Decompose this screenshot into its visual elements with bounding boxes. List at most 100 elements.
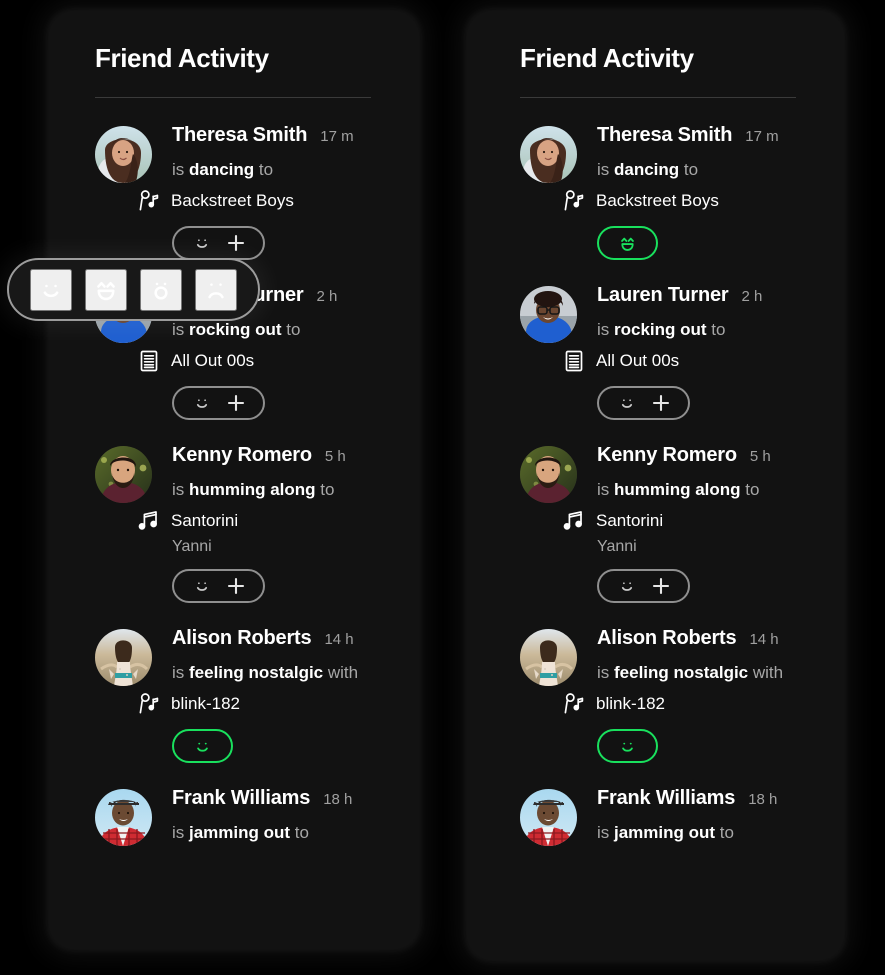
avatar[interactable] bbox=[520, 126, 577, 183]
context-title[interactable]: Santorini bbox=[171, 510, 238, 532]
action-prefix: is bbox=[597, 480, 614, 499]
avatar[interactable] bbox=[520, 286, 577, 343]
reaction-button-smile[interactable] bbox=[172, 729, 233, 763]
activity-header: Kenny Romero 5 h bbox=[172, 444, 392, 474]
activity-list-left: Theresa Smith 17 m is dancing to Backstreet… bbox=[95, 98, 392, 854]
action-verb: feeling nostalgic bbox=[614, 663, 749, 682]
reaction-button-smile[interactable] bbox=[597, 729, 658, 763]
reaction-button-grin[interactable] bbox=[597, 226, 658, 260]
activity-context[interactable]: All Out 00s bbox=[561, 348, 817, 374]
action-suffix: with bbox=[323, 663, 359, 682]
activity-context[interactable]: Santorini bbox=[561, 508, 817, 534]
activity-item[interactable]: Frank Williams 18 h is jamming out to bbox=[95, 773, 392, 854]
reaction-row bbox=[172, 569, 392, 603]
add-reaction-button[interactable] bbox=[597, 569, 690, 603]
plus-icon bbox=[226, 576, 246, 596]
emoji-picker-popup[interactable] bbox=[7, 258, 260, 321]
action-verb: rocking out bbox=[614, 320, 707, 339]
activity-context[interactable]: blink-182 bbox=[561, 691, 817, 717]
activity-action-line: is humming along to bbox=[172, 479, 392, 501]
context-subtitle: Yanni bbox=[172, 538, 212, 555]
activity-list-right: Theresa Smith 17 m is dancing to Backstreet… bbox=[520, 98, 817, 854]
activity-context[interactable]: Santorini bbox=[136, 508, 392, 534]
avatar[interactable] bbox=[95, 446, 152, 503]
context-title[interactable]: Backstreet Boys bbox=[596, 190, 719, 212]
grin-face-icon[interactable] bbox=[84, 268, 127, 311]
activity-header: Alison Roberts 14 h bbox=[172, 627, 392, 657]
activity-item[interactable]: Lauren Turner 2 h is rocking out to All Out… bbox=[520, 270, 817, 430]
activity-context[interactable]: blink-182 bbox=[136, 691, 392, 717]
action-prefix: is bbox=[172, 823, 189, 842]
activity-context[interactable]: All Out 00s bbox=[136, 348, 392, 374]
action-prefix: is bbox=[597, 823, 614, 842]
smile-face-icon[interactable] bbox=[29, 268, 72, 311]
action-prefix: is bbox=[597, 320, 614, 339]
add-reaction-button[interactable] bbox=[597, 386, 690, 420]
frown-face-icon[interactable] bbox=[195, 268, 238, 311]
activity-header: Theresa Smith 17 m bbox=[172, 124, 392, 154]
avatar[interactable] bbox=[95, 126, 152, 183]
action-prefix: is bbox=[172, 160, 189, 179]
activity-context[interactable]: Backstreet Boys bbox=[561, 188, 817, 214]
context-title[interactable]: blink-182 bbox=[596, 693, 665, 715]
action-prefix: is bbox=[172, 480, 189, 499]
context-title[interactable]: All Out 00s bbox=[596, 350, 679, 372]
artist-icon bbox=[561, 691, 587, 717]
avatar[interactable] bbox=[95, 789, 152, 846]
friend-name[interactable]: Alison Roberts bbox=[597, 627, 737, 650]
action-verb: humming along bbox=[614, 480, 741, 499]
activity-item[interactable]: Alison Roberts 14 h is feeling nostalgic w… bbox=[95, 613, 392, 773]
surprised-face-icon[interactable] bbox=[140, 268, 183, 311]
action-prefix: is bbox=[172, 663, 189, 682]
reaction-row bbox=[172, 226, 392, 260]
friend-name[interactable]: Frank Williams bbox=[172, 787, 310, 810]
friend-name[interactable]: Kenny Romero bbox=[172, 444, 312, 467]
bottom-fade bbox=[468, 943, 843, 959]
plus-icon bbox=[651, 576, 671, 596]
friend-name[interactable]: Theresa Smith bbox=[172, 124, 307, 147]
action-suffix: to bbox=[740, 480, 760, 499]
avatar[interactable] bbox=[95, 629, 152, 686]
action-verb: jamming out bbox=[189, 823, 291, 842]
activity-action-line: is dancing to bbox=[172, 159, 392, 181]
context-title[interactable]: All Out 00s bbox=[171, 350, 254, 372]
screen-root: Friend Activity Theresa Smith 17 m is danc… bbox=[0, 0, 885, 975]
playlist-icon bbox=[561, 348, 587, 374]
activity-item[interactable]: Alison Roberts 14 h is feeling nostalgic w… bbox=[520, 613, 817, 773]
friend-name[interactable]: Frank Williams bbox=[597, 787, 735, 810]
activity-item[interactable]: Kenny Romero 5 h is humming along to Santor… bbox=[520, 430, 817, 613]
timestamp: 5 h bbox=[324, 448, 346, 465]
timestamp: 2 h bbox=[741, 288, 763, 305]
activity-action-line: is dancing to bbox=[597, 159, 817, 181]
friend-name[interactable]: Theresa Smith bbox=[597, 124, 732, 147]
add-reaction-button[interactable] bbox=[172, 569, 265, 603]
avatar[interactable] bbox=[520, 629, 577, 686]
grin-face-icon bbox=[616, 232, 639, 255]
add-reaction-button[interactable] bbox=[172, 226, 265, 260]
context-title[interactable]: blink-182 bbox=[171, 693, 240, 715]
activity-header: Theresa Smith 17 m bbox=[597, 124, 817, 154]
timestamp: 5 h bbox=[749, 448, 771, 465]
friend-name[interactable]: Kenny Romero bbox=[597, 444, 737, 467]
panel-content-left: Friend Activity Theresa Smith 17 m is danc… bbox=[50, 12, 418, 854]
activity-item[interactable]: Theresa Smith 17 m is dancing to Backstreet… bbox=[520, 110, 817, 270]
context-title[interactable]: Backstreet Boys bbox=[171, 190, 294, 212]
avatar[interactable] bbox=[520, 789, 577, 846]
smile-face-icon bbox=[616, 735, 639, 758]
reaction-row bbox=[172, 386, 392, 420]
reaction-row bbox=[597, 569, 817, 603]
friend-name[interactable]: Lauren Turner bbox=[597, 284, 729, 307]
activity-action-line: is jamming out to bbox=[597, 822, 817, 844]
friend-activity-panel-right: Friend Activity Theresa Smith 17 m is danc… bbox=[468, 12, 843, 959]
plus-icon bbox=[226, 393, 246, 413]
friend-name[interactable]: Alison Roberts bbox=[172, 627, 312, 650]
activity-item[interactable]: Theresa Smith 17 m is dancing to Backstreet… bbox=[95, 110, 392, 270]
panel-content-right: Friend Activity Theresa Smith 17 m is danc… bbox=[468, 12, 843, 854]
avatar[interactable] bbox=[520, 446, 577, 503]
action-prefix: is bbox=[597, 663, 614, 682]
activity-context[interactable]: Backstreet Boys bbox=[136, 188, 392, 214]
context-title[interactable]: Santorini bbox=[596, 510, 663, 532]
activity-item[interactable]: Frank Williams 18 h is jamming out to bbox=[520, 773, 817, 854]
add-reaction-button[interactable] bbox=[172, 386, 265, 420]
activity-item[interactable]: Kenny Romero 5 h is humming along to Santor… bbox=[95, 430, 392, 613]
